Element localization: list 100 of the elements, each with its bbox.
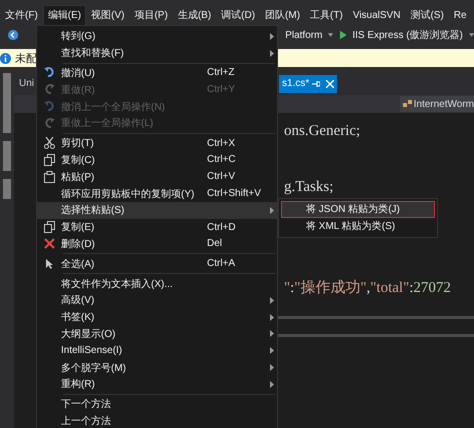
menu-item[interactable]: 查找和替换(F): [37, 44, 277, 62]
menu-item-label: 全选(A): [61, 258, 96, 271]
document-tab[interactable]: s1.cs*: [279, 75, 312, 93]
undo-icon: [44, 67, 54, 78]
member-name: InternetWorm: [414, 98, 474, 110]
menu-bar-item[interactable]: 调试(D): [216, 5, 260, 25]
copy-icon: [44, 154, 54, 166]
submenu-arrow-icon: [270, 364, 274, 372]
class-icon: [402, 100, 412, 108]
menu-item-label: 复制(C): [61, 154, 96, 167]
menu-item-label: IntelliSense(I): [61, 345, 124, 356]
menu-bar-item[interactable]: 测试(S): [405, 5, 449, 25]
shortcut-text: Ctrl+D: [207, 222, 237, 233]
menu-item-label: 复制(E): [61, 220, 96, 234]
menu-item-label: 高级(V): [61, 294, 96, 308]
submenu-item[interactable]: 将 JSON 粘贴为类(J): [281, 201, 435, 218]
submenu-arrow-icon: [270, 296, 274, 304]
scissors-icon: [44, 137, 54, 150]
pin-icon[interactable]: [312, 80, 320, 88]
submenu-arrow-icon: [270, 206, 274, 214]
delete-icon: [44, 238, 54, 250]
menu-bar-item[interactable]: Re: [448, 5, 472, 25]
menu-item-label: 下一个方法: [61, 398, 112, 412]
menu-item-label: 重做(R): [61, 84, 96, 97]
shortcut-text: Ctrl+Shift+V: [207, 188, 262, 200]
menu-item[interactable]: 全选(A) Ctrl+A: [37, 255, 277, 272]
menu-bar-item[interactable]: 工具(T): [305, 5, 348, 25]
caret-icon: [468, 33, 474, 37]
code-line: ":"操作成功","total":27072: [284, 278, 452, 298]
back-icon[interactable]: [8, 29, 18, 41]
menu-item[interactable]: 书签(K): [37, 308, 277, 326]
submenu-arrow-icon: [270, 50, 274, 57]
menu-item[interactable]: 大纲显示(O): [37, 326, 277, 342]
menu-item-label: 删除(D): [61, 238, 96, 251]
menu-item[interactable]: 复制(C) Ctrl+C: [37, 152, 277, 168]
code-line: g.Tasks;: [284, 178, 334, 197]
redo-icon: [44, 118, 54, 129]
code-line: ons.Generic;: [284, 122, 362, 141]
menu-item-label: 重做上一全局操作(L): [61, 116, 154, 130]
menu-item[interactable]: 将文件作为文本插入(X)...: [37, 275, 277, 292]
menu-item-label: 查找和替换(F): [61, 46, 125, 60]
menu-bar-item[interactable]: 文件(F): [0, 5, 43, 25]
platform-dropdown[interactable]: Platform: [285, 30, 322, 40]
menu-item[interactable]: 多个脱字号(M): [37, 359, 277, 376]
menu-item[interactable]: 高级(V): [37, 292, 277, 309]
tab-close-button[interactable]: [312, 75, 338, 93]
clipboard-icon: [44, 170, 54, 183]
shortcut-text: Ctrl+X: [207, 138, 236, 149]
shortcut-text: Ctrl+V: [207, 171, 236, 182]
submenu-item[interactable]: 将 XML 粘贴为类(S): [281, 218, 435, 235]
submenu-arrow-icon: [270, 314, 274, 321]
menu-item[interactable]: IntelliSense(I): [37, 342, 277, 360]
submenu-arrow-icon: [270, 32, 274, 40]
shortcut-text: Ctrl+A: [207, 258, 236, 270]
menu-item-label: 多个脱字号(M): [61, 362, 127, 375]
menu-item[interactable]: 循环应用剪贴板中的复制项(Y) Ctrl+Shift+V: [37, 185, 277, 202]
menu-item[interactable]: 撤消(U) Ctrl+Z: [37, 64, 277, 82]
shortcut-text: Ctrl+Z: [207, 67, 236, 78]
undo-icon: [44, 101, 54, 112]
menu-item-label: 撤消上一个全局操作(N): [61, 100, 166, 114]
menu-item-label: 循环应用剪贴板中的复制项(Y): [61, 188, 196, 201]
copy-icon: [44, 221, 54, 234]
menu-item[interactable]: 转到(G): [37, 28, 277, 45]
shortcut-text: Ctrl+Y: [207, 84, 236, 96]
menu-item[interactable]: 删除(D) Del: [37, 236, 277, 252]
menu-bar-item[interactable]: 团队(M): [260, 5, 306, 25]
menu-bar-item[interactable]: 编辑(E): [42, 5, 86, 25]
cursor-icon: [44, 258, 54, 270]
menu-item-label: 将文件作为文本插入(X)...: [61, 278, 174, 291]
menu-item-label: 大纲显示(O): [61, 328, 116, 341]
menu-item[interactable]: 复制(E) Ctrl+D: [37, 218, 277, 236]
menu-item[interactable]: 上一个方法: [37, 412, 277, 428]
play-icon[interactable]: [340, 30, 346, 40]
menu-bar-item[interactable]: VisualSVN: [348, 5, 406, 25]
menu-item[interactable]: 重构(R): [37, 376, 277, 393]
run-target-button[interactable]: IIS Express (傲游浏览器): [352, 28, 463, 42]
shortcut-text: Del: [207, 238, 224, 250]
shortcut-text: Ctrl+C: [207, 154, 237, 166]
submenu-arrow-icon: [270, 330, 274, 338]
submenu-arrow-icon: [270, 380, 274, 388]
menu-bar-item[interactable]: 生成(B): [172, 5, 216, 25]
menu-item-label: 书签(K): [61, 310, 96, 324]
menu-item-label: 转到(G): [61, 30, 96, 44]
caret-icon: [328, 33, 334, 37]
info-message: 未配: [15, 52, 37, 66]
menu-item-label: 上一个方法: [61, 414, 112, 428]
submenu-arrow-icon: [270, 347, 274, 354]
menu-item[interactable]: 下一个方法: [37, 396, 277, 413]
member-dropdown[interactable]: InternetWorm: [400, 96, 474, 112]
menu-item-label: 重构(R): [61, 378, 96, 392]
menu-bar-item[interactable]: 项目(P): [129, 5, 173, 25]
redo-icon: [44, 84, 54, 96]
close-icon[interactable]: [326, 80, 334, 88]
menu-item-label: 撤消(U): [61, 66, 96, 80]
menu-item[interactable]: 粘贴(P) Ctrl+V: [37, 168, 277, 186]
menu-item-label: 剪切(T): [61, 136, 95, 150]
menu-item[interactable]: 选择性粘贴(S): [37, 202, 277, 219]
menu-bar-item[interactable]: 视图(V): [86, 5, 130, 25]
info-icon: [0, 52, 11, 64]
menu-item[interactable]: 剪切(T) Ctrl+X: [37, 134, 277, 152]
